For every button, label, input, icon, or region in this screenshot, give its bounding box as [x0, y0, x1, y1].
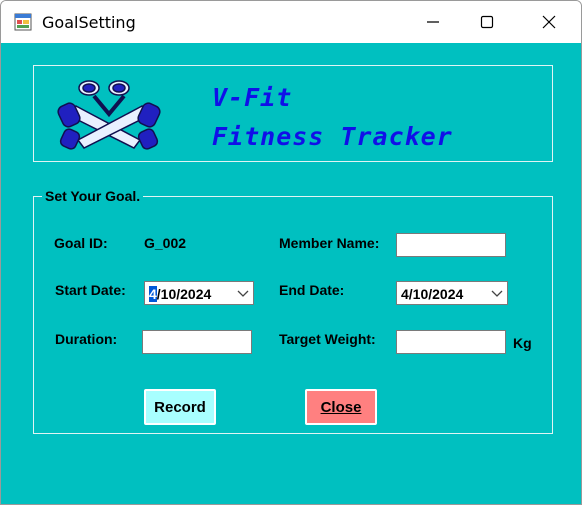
set-goal-groupbox: Set Your Goal. Goal ID: G_002 Member Nam…	[33, 188, 553, 434]
window-title: GoalSetting	[42, 13, 136, 32]
close-button[interactable]: Close	[305, 389, 377, 425]
weight-unit-label: Kg	[513, 335, 532, 351]
record-button[interactable]: Record	[144, 389, 216, 425]
goal-id-label: Goal ID:	[54, 235, 108, 251]
maximize-button[interactable]	[458, 1, 516, 43]
goal-setting-window: GoalSetting V-Fit Fitness Tracker Set Yo…	[0, 0, 582, 505]
member-name-label: Member Name:	[279, 235, 380, 251]
end-date-value: 4/10/2024	[401, 286, 464, 302]
target-weight-label: Target Weight:	[279, 331, 376, 347]
start-date-label: Start Date:	[55, 282, 126, 298]
dumbbell-logo-icon	[57, 80, 161, 150]
close-icon	[542, 15, 556, 29]
form-client-area: V-Fit Fitness Tracker Set Your Goal. Goa…	[1, 43, 581, 504]
form-icon	[14, 13, 32, 31]
banner-title-line1: V-Fit	[212, 83, 293, 112]
chevron-down-icon[interactable]	[490, 287, 504, 299]
groupbox-title: Set Your Goal.	[42, 188, 144, 204]
start-date-rest: /10/2024	[156, 286, 212, 302]
end-date-label: End Date:	[279, 282, 345, 298]
member-name-field[interactable]	[396, 233, 506, 257]
maximize-icon	[480, 15, 494, 29]
header-banner: V-Fit Fitness Tracker	[33, 65, 553, 162]
minimize-icon	[427, 21, 439, 23]
title-bar[interactable]: GoalSetting	[1, 1, 581, 43]
chevron-down-icon[interactable]	[236, 287, 250, 299]
target-weight-field[interactable]	[396, 330, 506, 354]
duration-label: Duration:	[55, 331, 118, 347]
start-date-picker[interactable]: 4/10/2024	[144, 281, 254, 305]
banner-title-line2: Fitness Tracker	[212, 122, 453, 151]
duration-field[interactable]	[142, 330, 252, 354]
close-window-button[interactable]	[520, 1, 578, 43]
start-date-selected-segment: 4	[149, 286, 157, 302]
end-date-picker[interactable]: 4/10/2024	[396, 281, 508, 305]
minimize-button[interactable]	[404, 1, 462, 43]
goal-id-value: G_002	[144, 235, 187, 251]
